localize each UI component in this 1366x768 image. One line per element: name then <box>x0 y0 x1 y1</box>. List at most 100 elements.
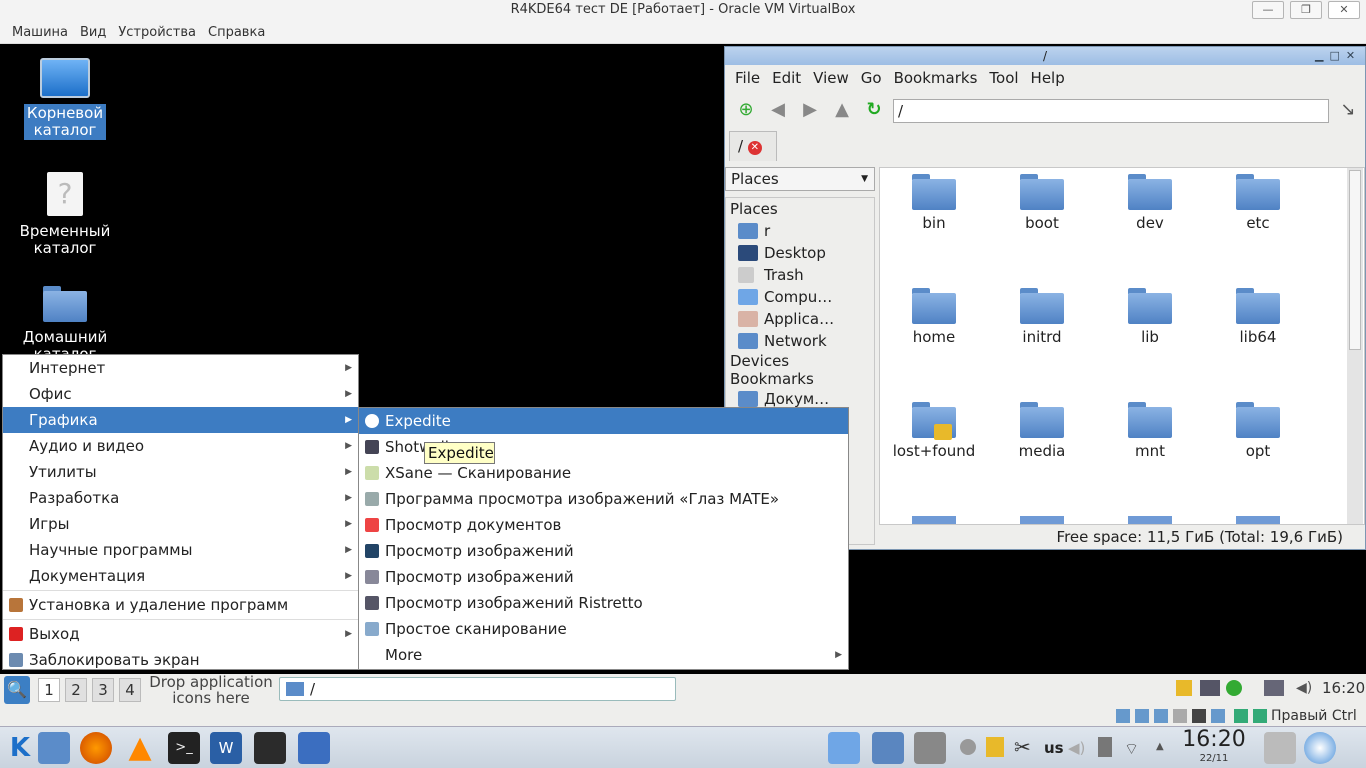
folder-item[interactable]: mnt <box>1096 402 1204 460</box>
file-manager-icon[interactable] <box>38 732 70 764</box>
system-monitor-icon[interactable] <box>254 732 286 764</box>
menu-category-graphics[interactable]: Графика ▶ <box>3 407 358 433</box>
show-desktop-icon[interactable] <box>1304 732 1336 764</box>
terminal-icon[interactable]: >_ <box>168 732 200 764</box>
sidebar-item-applications[interactable]: Applica… <box>726 308 874 330</box>
tray-help-icon[interactable] <box>960 739 976 755</box>
menu-category-office[interactable]: Офис ▶ <box>3 381 358 407</box>
maximize-button[interactable]: ❐ <box>1290 1 1322 19</box>
folder-item[interactable]: boot <box>988 174 1096 232</box>
menu-help[interactable]: Справка <box>202 22 271 43</box>
settings-icon[interactable] <box>914 732 946 764</box>
tray-expand-icon[interactable]: ▲ <box>1156 741 1164 752</box>
folder-item[interactable]: dev <box>1096 174 1204 232</box>
folder-item[interactable]: opt <box>1204 402 1312 460</box>
menu-category-documentation[interactable]: Документация ▶ <box>3 563 358 589</box>
workspace-2[interactable]: 2 <box>65 678 87 702</box>
menu-item-image-viewer-2[interactable]: Просмотр изображений <box>359 564 848 590</box>
folder-item[interactable]: lost+found <box>880 402 988 460</box>
folder-item[interactable]: home <box>880 288 988 346</box>
firefox-icon[interactable] <box>80 732 112 764</box>
recording-icon[interactable] <box>1211 709 1225 723</box>
close-button[interactable]: ✕ <box>1328 1 1360 19</box>
menu-category-games[interactable]: Игры ▶ <box>3 511 358 537</box>
desktop-icon-home[interactable]: Домашнийкаталог <box>10 286 120 364</box>
hdd-icon[interactable] <box>1116 709 1130 723</box>
menu-item-ristretto[interactable]: Просмотр изображений Ristretto <box>359 590 848 616</box>
menu-category-internet[interactable]: Интернет ▶ <box>3 355 358 381</box>
scissors-icon[interactable]: ✂ <box>1014 735 1031 759</box>
tray-update-icon[interactable] <box>1226 680 1242 696</box>
fm-menu-tool[interactable]: Tool <box>983 65 1024 91</box>
menu-machine[interactable]: Машина <box>0 22 74 43</box>
fm-menu-file[interactable]: File <box>729 65 766 91</box>
tray-network-icon[interactable] <box>1200 680 1220 696</box>
volume-icon[interactable]: ◀) <box>1296 680 1312 696</box>
menu-category-utilities[interactable]: Утилиты ▶ <box>3 459 358 485</box>
usb-icon[interactable] <box>1154 709 1168 723</box>
back-icon[interactable]: ◀ <box>765 97 791 123</box>
menu-item-document-viewer[interactable]: Просмотр документов <box>359 512 848 538</box>
address-input[interactable]: / <box>893 99 1329 123</box>
menu-devices[interactable]: Устройства <box>112 22 202 43</box>
fm-menu-go[interactable]: Go <box>855 65 888 91</box>
folder-item[interactable]: lib <box>1096 288 1204 346</box>
tray-printer-icon[interactable] <box>1264 680 1284 696</box>
menu-install-remove[interactable]: Установка и удаление программ <box>3 592 358 618</box>
sidebar-mode-select[interactable]: Places ▼ <box>725 167 875 191</box>
tray-clipboard-icon[interactable] <box>1176 680 1192 696</box>
desktop-grid-icon[interactable] <box>872 732 904 764</box>
workspace-4[interactable]: 4 <box>119 678 141 702</box>
fm-menu-bookmarks[interactable]: Bookmarks <box>888 65 984 91</box>
menu-item-expedite[interactable]: Expedite <box>359 408 848 434</box>
menu-category-development[interactable]: Разработка ▶ <box>3 485 358 511</box>
network-manager-icon[interactable] <box>298 732 330 764</box>
guest-clock[interactable]: 16:20 <box>1322 679 1365 697</box>
folder-item[interactable]: bin <box>880 174 988 232</box>
scrollbar-thumb[interactable] <box>1349 170 1361 350</box>
keyboard-layout[interactable]: us <box>1044 739 1064 757</box>
menu-view[interactable]: Вид <box>74 22 112 43</box>
kde-menu-icon[interactable]: K <box>4 732 36 764</box>
folder-item[interactable]: etc <box>1204 174 1312 232</box>
desktop-icon-root[interactable]: Корневой каталог <box>10 58 120 140</box>
sidebar-item-desktop[interactable]: Desktop <box>726 242 874 264</box>
up-icon[interactable]: ▲ <box>829 97 855 123</box>
tab-root[interactable]: / ✕ <box>729 131 777 161</box>
fm-menu-view[interactable]: View <box>807 65 855 91</box>
host-clock[interactable]: 16:20 <box>1180 727 1248 753</box>
menu-logout[interactable]: Выход ▶ <box>3 621 358 647</box>
sidebar-item-trash[interactable]: Trash <box>726 264 874 286</box>
mouse-integration-icon[interactable] <box>1253 709 1267 723</box>
optical-icon[interactable] <box>1135 709 1149 723</box>
virtualbox-icon[interactable]: W <box>210 732 242 764</box>
reload-icon[interactable]: ↻ <box>861 97 887 123</box>
menu-item-eye-of-mate[interactable]: Программа просмотра изображений «Глаз MA… <box>359 486 848 512</box>
tray-clipboard-icon[interactable] <box>986 737 1004 757</box>
folder-item[interactable]: media <box>988 402 1096 460</box>
sidebar-item-computer[interactable]: Compu… <box>726 286 874 308</box>
app-launcher-icon[interactable]: 🔍 <box>4 676 30 704</box>
workspace-1[interactable]: 1 <box>38 678 60 702</box>
minimize-button[interactable]: — <box>1252 1 1284 19</box>
menu-item-simple-scan[interactable]: Простое сканирование <box>359 616 848 642</box>
taskbar-task-fm[interactable]: / <box>279 677 676 701</box>
trash-icon[interactable] <box>1264 732 1296 764</box>
workspace-3[interactable]: 3 <box>92 678 114 702</box>
menu-item-image-viewer[interactable]: Просмотр изображений <box>359 538 848 564</box>
fm-menu-help[interactable]: Help <box>1025 65 1071 91</box>
menu-category-audio-video[interactable]: Аудио и видео ▶ <box>3 433 358 459</box>
cpu-icon[interactable] <box>1234 709 1248 723</box>
forward-icon[interactable]: ▶ <box>797 97 823 123</box>
new-tab-icon[interactable]: ⊕ <box>733 97 759 123</box>
go-icon[interactable]: ↘ <box>1335 97 1361 123</box>
menu-category-science[interactable]: Научные программы ▶ <box>3 537 358 563</box>
display-icon[interactable] <box>1192 709 1206 723</box>
menu-lock-screen[interactable]: Заблокировать экран <box>3 647 358 673</box>
fm-window-controls[interactable]: ▁□✕ <box>1315 49 1361 62</box>
screenshot-icon[interactable] <box>828 732 860 764</box>
folder-item[interactable]: lib64 <box>1204 288 1312 346</box>
vertical-scrollbar[interactable] <box>1347 168 1363 524</box>
desktop-icon-temp[interactable]: ? Временный каталог <box>10 172 120 258</box>
sidebar-item-network[interactable]: Network <box>726 330 874 352</box>
